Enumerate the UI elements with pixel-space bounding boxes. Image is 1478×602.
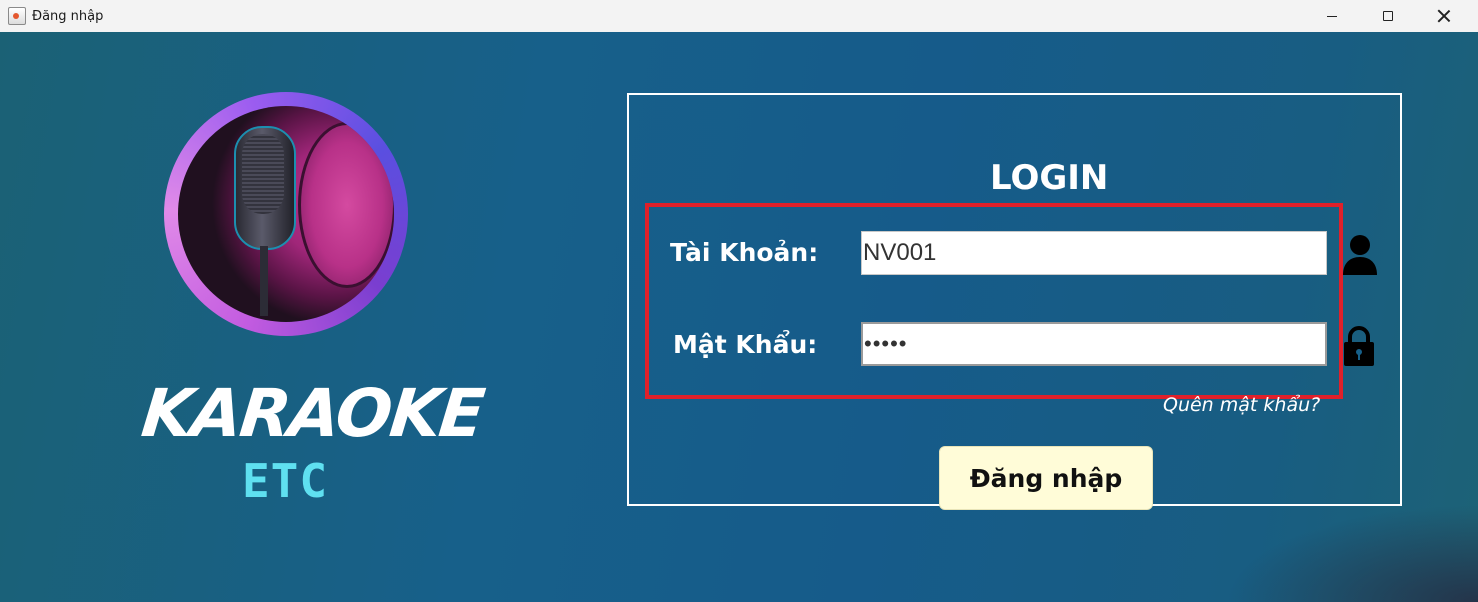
password-label: Mật Khẩu: (673, 330, 818, 359)
java-app-icon (8, 7, 26, 25)
logo-image (178, 106, 394, 322)
forgot-password-link[interactable]: Quên mật khẩu? (1163, 394, 1320, 416)
password-input[interactable] (861, 322, 1327, 366)
minimize-button[interactable] (1304, 0, 1360, 32)
login-heading: LOGIN (990, 158, 1109, 198)
user-icon (1343, 235, 1377, 275)
username-input[interactable] (861, 231, 1327, 275)
title-bar: Đăng nhập (0, 0, 1478, 32)
maximize-icon (1383, 11, 1393, 21)
minimize-icon (1327, 15, 1337, 17)
brand-name-karaoke: KARAOKE (138, 375, 487, 452)
window-title: Đăng nhập (32, 8, 104, 24)
maximize-button[interactable] (1360, 0, 1416, 32)
close-icon (1437, 9, 1451, 23)
microphone-grill (242, 134, 284, 214)
lock-icon (1344, 326, 1374, 366)
brand-name-etc: ETC (241, 454, 329, 508)
close-button[interactable] (1416, 0, 1472, 32)
login-button[interactable]: Đăng nhập (939, 446, 1153, 510)
username-label: Tài Khoản: (670, 238, 819, 267)
microphone-stand (260, 246, 268, 316)
microphone-logo (164, 92, 408, 336)
pop-filter (298, 122, 394, 288)
login-window: Đăng nhập KARAOKE ETC LOGIN Tài Khoản: M… (0, 0, 1478, 602)
